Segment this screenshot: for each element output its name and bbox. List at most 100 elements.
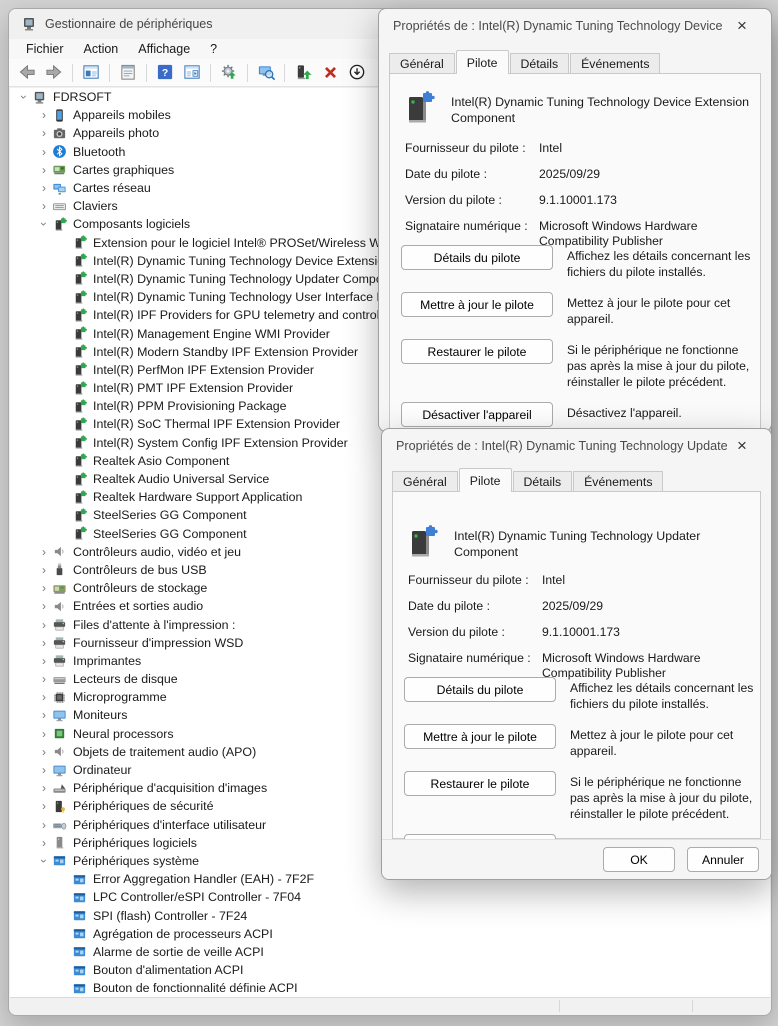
field-label: Date du pilote : — [408, 599, 542, 615]
monitor-icon — [52, 708, 67, 723]
tree-item-label: Entrées et sorties audio — [73, 599, 203, 613]
tree-item[interactable]: SPI (flash) Controller - 7F24 — [10, 906, 770, 924]
gpu-icon — [52, 162, 68, 177]
menu-item-affichage[interactable]: Affichage — [129, 40, 199, 58]
chevron-right-icon[interactable]: › — [36, 728, 52, 740]
chevron-right-icon[interactable]: › — [36, 673, 52, 685]
chevron-right-icon[interactable]: › — [36, 582, 52, 594]
tab-pilote[interactable]: Pilote — [456, 50, 509, 74]
tab-pilote[interactable]: Pilote — [459, 468, 512, 492]
system-device-icon — [72, 944, 87, 959]
security-icon — [52, 799, 67, 814]
scan-changes-button[interactable] — [217, 61, 241, 85]
chevron-right-icon[interactable]: › — [36, 200, 52, 212]
tree-item[interactable]: Agrégation de processeurs ACPI — [10, 925, 770, 943]
tree-item-label: Bouton de fonctionnalité définie ACPI — [93, 981, 298, 995]
cancel-button[interactable]: Annuler — [687, 847, 759, 872]
tab-détails[interactable]: Détails — [513, 471, 573, 492]
console-tree-button[interactable] — [79, 61, 103, 85]
uninstall-device-button[interactable] — [318, 61, 342, 85]
tree-item[interactable]: LPC Controller/eSPI Controller - 7F04 — [10, 888, 770, 906]
tab-événements[interactable]: Événements — [570, 53, 660, 74]
printer-icon — [52, 635, 67, 650]
menu-item-?[interactable]: ? — [201, 40, 226, 58]
chevron-right-icon[interactable]: › — [36, 109, 52, 121]
dialog-titlebar[interactable]: Propriétés de : Intel(R) Dynamic Tuning … — [382, 429, 771, 463]
tab-général[interactable]: Général — [392, 471, 458, 492]
tree-item-label: Contrôleurs de stockage — [73, 581, 207, 595]
mettre-à-jour-le-pilote-button[interactable]: Mettre à jour le pilote — [404, 724, 556, 749]
search-devices-button[interactable] — [254, 61, 278, 85]
software-component-icon — [72, 326, 88, 341]
back-button[interactable] — [15, 61, 39, 85]
help-button[interactable]: ? — [153, 61, 177, 85]
tree-item[interactable]: Alarme de sortie de veille ACPI — [10, 943, 770, 961]
tab-événements[interactable]: Événements — [573, 471, 663, 492]
détails-du-pilote-button[interactable]: Détails du pilote — [404, 677, 556, 702]
tree-item-label: Périphériques d'interface utilisateur — [73, 818, 266, 832]
toolbar-separator — [247, 64, 248, 82]
ok-button[interactable]: OK — [603, 847, 675, 872]
tab-strip: GénéralPiloteDétailsÉvénements — [389, 51, 761, 74]
computer-icon — [32, 90, 47, 105]
close-icon[interactable]: × — [727, 434, 757, 458]
menu-item-fichier[interactable]: Fichier — [17, 40, 73, 58]
audio-icon — [52, 744, 68, 759]
chevron-right-icon[interactable]: › — [36, 564, 52, 576]
dialog-footer: OK Annuler — [382, 839, 771, 879]
chevron-right-icon[interactable]: › — [36, 746, 52, 758]
close-icon[interactable]: × — [727, 14, 757, 38]
mobile-icon — [52, 108, 68, 123]
chevron-right-icon[interactable]: › — [36, 619, 52, 631]
chevron-down-icon[interactable]: › — [18, 89, 30, 105]
chevron-down-icon[interactable]: › — [38, 216, 50, 232]
chevron-right-icon[interactable]: › — [36, 709, 52, 721]
update-driver-button[interactable] — [291, 61, 315, 85]
restaurer-le-pilote-button[interactable]: Restaurer le pilote — [401, 339, 553, 364]
chevron-right-icon[interactable]: › — [36, 164, 52, 176]
disable-device-button[interactable] — [345, 61, 369, 85]
forward-button[interactable] — [42, 61, 66, 85]
back-icon — [18, 63, 37, 82]
chevron-right-icon[interactable]: › — [36, 691, 52, 703]
tree-item[interactable]: Bouton de fonctionnalité définie ACPI — [10, 979, 770, 997]
properties-button[interactable] — [116, 61, 140, 85]
action-pane-button[interactable] — [180, 61, 204, 85]
chevron-right-icon[interactable]: › — [36, 837, 52, 849]
chevron-right-icon[interactable]: › — [36, 764, 52, 776]
field-value: Intel — [542, 573, 753, 589]
chevron-right-icon[interactable]: › — [36, 182, 52, 194]
printer-icon — [52, 653, 68, 668]
software-component-icon — [72, 417, 87, 432]
software-component-icon — [72, 417, 88, 432]
dialog-titlebar[interactable]: Propriétés de : Intel(R) Dynamic Tuning … — [379, 9, 771, 43]
chevron-right-icon[interactable]: › — [36, 127, 52, 139]
chevron-down-icon[interactable]: › — [38, 853, 50, 869]
status-bar-divider — [559, 1000, 560, 1012]
software-component-icon — [72, 362, 88, 377]
software-component-icon — [72, 472, 87, 487]
chevron-right-icon[interactable]: › — [36, 146, 52, 158]
chevron-right-icon[interactable]: › — [36, 782, 52, 794]
restaurer-le-pilote-button[interactable]: Restaurer le pilote — [404, 771, 556, 796]
chevron-right-icon[interactable]: › — [36, 655, 52, 667]
tab-général[interactable]: Général — [389, 53, 455, 74]
chevron-right-icon[interactable]: › — [36, 546, 52, 558]
monitor-icon — [52, 763, 67, 778]
software-component-icon — [72, 326, 87, 341]
menu-item-action[interactable]: Action — [75, 40, 128, 58]
tree-item[interactable]: Bouton d'alimentation ACPI — [10, 961, 770, 979]
chevron-right-icon[interactable]: › — [36, 819, 52, 831]
dialog-title: Propriétés de : Intel(R) Dynamic Tuning … — [393, 19, 727, 33]
désactiver-l-appareil-button[interactable]: Désactiver l'appareil — [401, 402, 553, 427]
driver-action-row: Mettre à jour le piloteMettez à jour le … — [404, 724, 757, 759]
chevron-right-icon[interactable]: › — [36, 800, 52, 812]
field-label: Fournisseur du pilote : — [405, 141, 539, 157]
chevron-right-icon[interactable]: › — [36, 637, 52, 649]
tab-détails[interactable]: Détails — [510, 53, 570, 74]
détails-du-pilote-button[interactable]: Détails du pilote — [401, 245, 553, 270]
field-value: 2025/09/29 — [539, 167, 753, 183]
field-value: 9.1.10001.173 — [539, 193, 753, 209]
chevron-right-icon[interactable]: › — [36, 600, 52, 612]
mettre-à-jour-le-pilote-button[interactable]: Mettre à jour le pilote — [401, 292, 553, 317]
